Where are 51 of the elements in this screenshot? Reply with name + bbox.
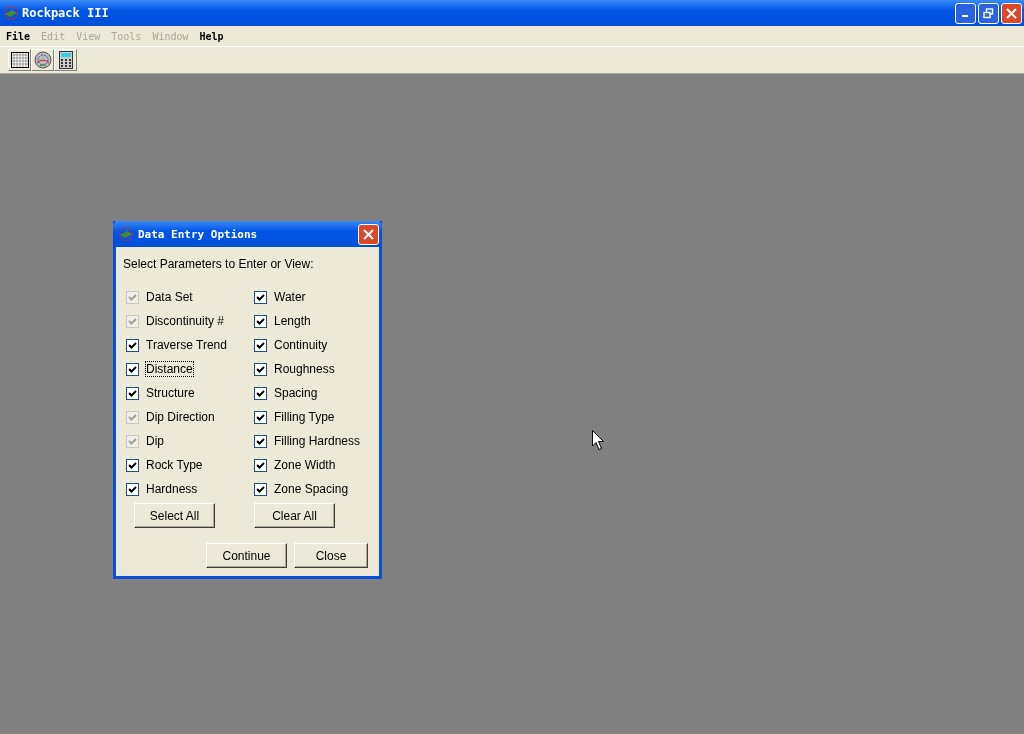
checkbox-label[interactable]: Filling Type [273,409,336,425]
restore-icon [983,7,994,19]
checkbox[interactable] [254,314,267,328]
checkbox[interactable] [254,386,267,400]
checkbox[interactable] [126,362,139,376]
checkbox-label[interactable]: Filling Hardness [273,433,362,449]
checkbox[interactable] [254,362,267,376]
dialog-button[interactable]: Continue [206,543,287,568]
stereonet-icon[interactable] [31,49,54,71]
close-icon [1006,7,1017,19]
checkbox[interactable] [126,458,139,472]
checkbox[interactable] [126,386,139,400]
grid-icon[interactable] [8,49,31,71]
checkbox-label[interactable]: Structure [145,385,196,401]
checkbox[interactable] [254,482,267,496]
prompt-label: Select Parameters to Enter or View: [123,257,315,271]
checkbox[interactable] [254,458,267,472]
menu-item[interactable]: Help [199,30,224,42]
close-icon [363,228,374,240]
checkbox[interactable] [254,434,267,448]
checkbox-label[interactable]: Length [273,313,312,329]
checkbox-label[interactable]: Zone Width [273,457,337,473]
restore-button[interactable] [978,2,999,24]
minimize-button[interactable] [955,2,976,24]
window-title: Rockpack III [22,6,109,20]
menu-item[interactable]: File [6,30,31,42]
app-logo-icon [3,5,19,21]
checkbox[interactable] [254,338,267,352]
close-button[interactable] [1001,2,1022,24]
checkbox-label[interactable]: Rock Type [145,457,204,473]
checkbox-label[interactable]: Continuity [273,337,329,353]
close-button[interactable] [358,223,379,245]
checkbox[interactable] [254,290,267,304]
checkbox[interactable] [126,482,139,496]
checkbox-label[interactable]: Traverse Trend [145,337,228,353]
checkbox[interactable] [126,338,139,352]
checkbox-label[interactable]: Roughness [273,361,336,377]
checkbox-label[interactable]: Hardness [145,481,199,497]
minimize-icon [961,15,968,17]
checkbox[interactable] [254,410,267,424]
dialog-button[interactable]: Clear All [254,503,335,528]
dialog-title: Data Entry Options [138,227,258,241]
checkbox-label[interactable]: Spacing [273,385,319,401]
checkbox-label[interactable]: Zone Spacing [273,481,350,497]
checkbox-label[interactable]: Distance [145,361,194,377]
app-logo-icon [118,226,134,242]
checkbox-label[interactable]: Water [273,289,307,305]
calculator-icon[interactable] [54,49,77,71]
dialog-button[interactable]: Close [294,543,368,568]
dialog-button[interactable]: Select All [134,503,215,528]
mouse-pointer-icon [592,430,605,451]
